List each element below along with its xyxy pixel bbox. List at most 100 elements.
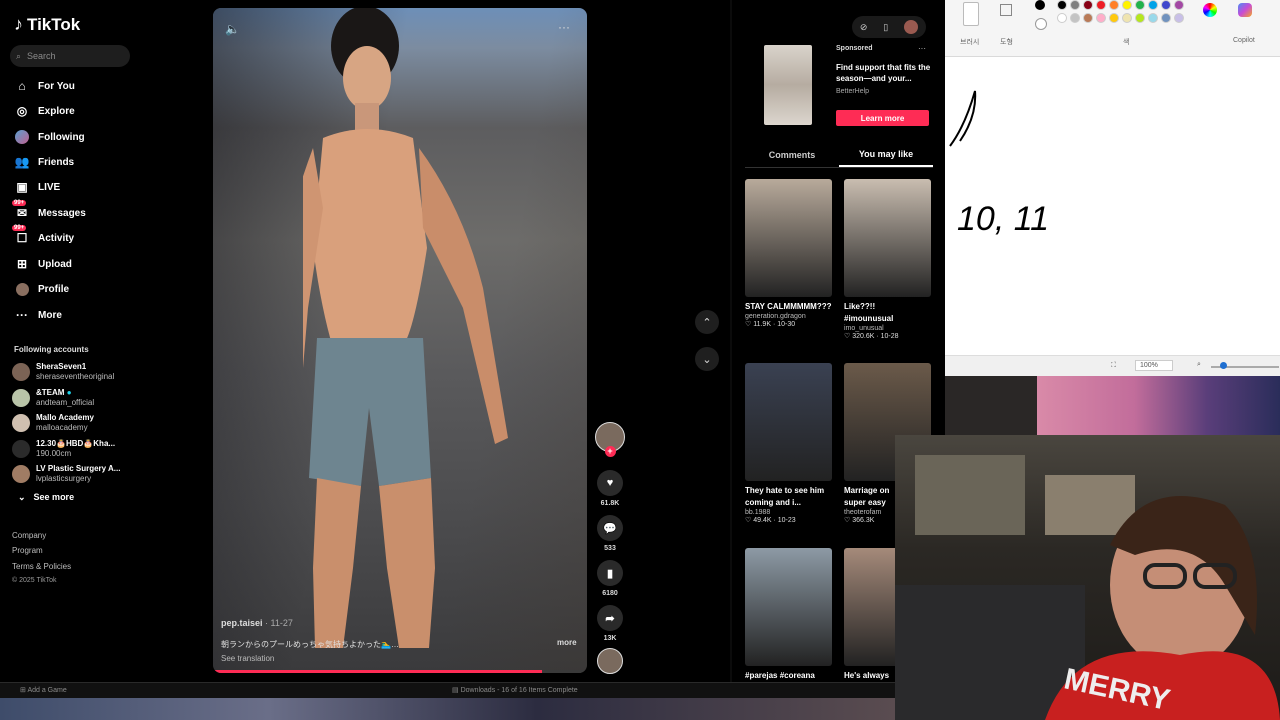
downloads-status[interactable]: ▤ Downloads - 16 of 16 Items Complete bbox=[452, 686, 578, 694]
share-button[interactable]: ➦ 13K bbox=[596, 605, 624, 642]
nav-item-explore[interactable]: ◎ Explore bbox=[14, 101, 134, 121]
next-video-button[interactable]: ⌄ bbox=[695, 347, 719, 371]
nav-item-friends[interactable]: 👥 Friends bbox=[14, 152, 134, 172]
card-thumbnail[interactable] bbox=[745, 548, 832, 666]
brushes-label: 브러시 bbox=[960, 39, 980, 46]
color-swatch[interactable] bbox=[1135, 0, 1145, 10]
tiktok-logo[interactable]: ♪ TikTok bbox=[14, 14, 80, 35]
save-button[interactable]: ▮ 6180 bbox=[596, 560, 624, 597]
music-disc-icon bbox=[597, 648, 623, 674]
video-player[interactable]: 🔈 ··· pep.taisei · 11-27 朝ランからのプールめっちゃ気持… bbox=[213, 8, 587, 673]
footer-link-terms[interactable]: Terms & Policies bbox=[12, 562, 71, 571]
search-input[interactable]: ⌕ Search bbox=[10, 45, 130, 67]
color-swatch[interactable] bbox=[1174, 13, 1184, 23]
footer-link-company[interactable]: Company bbox=[12, 531, 46, 540]
secondary-color[interactable] bbox=[1035, 18, 1047, 30]
card-author[interactable]: imo_unusual bbox=[844, 325, 931, 332]
video-options-icon[interactable]: ··· bbox=[558, 20, 570, 34]
color-swatch[interactable] bbox=[1148, 13, 1158, 23]
video-card[interactable]: They hate to see him coming and i... bb.… bbox=[745, 363, 832, 524]
fit-icon[interactable]: ⛶ bbox=[1111, 362, 1116, 370]
card-thumbnail[interactable] bbox=[745, 363, 832, 481]
color-swatch[interactable] bbox=[1122, 13, 1132, 23]
color-swatch[interactable] bbox=[1083, 0, 1093, 10]
compass-icon: ◎ bbox=[16, 104, 28, 118]
nav-item-profile[interactable]: Profile bbox=[14, 279, 134, 299]
color-swatch[interactable] bbox=[1109, 13, 1119, 23]
color-palette[interactable] bbox=[1057, 0, 1192, 30]
author-avatar-button[interactable]: + bbox=[595, 422, 625, 457]
video-card[interactable]: STAY CALMMMMM???... generation.gdragon ♡… bbox=[745, 179, 832, 328]
color-swatch[interactable] bbox=[1070, 13, 1080, 23]
video-progress-bar[interactable] bbox=[213, 670, 587, 673]
nav-item-more[interactable]: ··· More bbox=[14, 305, 134, 325]
colors-label: 색 bbox=[1123, 39, 1130, 46]
follow-plus-icon[interactable]: + bbox=[604, 446, 616, 457]
video-author[interactable]: pep.taisei · 11-27 bbox=[221, 618, 293, 628]
color-swatch[interactable] bbox=[1122, 0, 1132, 10]
color-swatch[interactable] bbox=[1148, 0, 1158, 10]
color-swatch[interactable] bbox=[1070, 0, 1080, 10]
following-account[interactable]: SheraSeven1 sheraseventheoriginal bbox=[12, 360, 140, 384]
color-swatch[interactable] bbox=[1057, 13, 1067, 23]
avatar[interactable] bbox=[904, 20, 919, 34]
webcam-image: MERRY bbox=[895, 455, 1280, 720]
video-card[interactable]: #parejas #coreana bbox=[745, 548, 832, 682]
color-swatch[interactable] bbox=[1174, 0, 1184, 10]
card-thumbnail[interactable] bbox=[745, 179, 832, 297]
ad-thumbnail[interactable] bbox=[764, 45, 812, 125]
nav-item-messages[interactable]: ✉ 99+ Messages bbox=[12, 200, 134, 223]
card-author[interactable]: bb.1988 bbox=[745, 509, 832, 516]
tab-comments[interactable]: Comments bbox=[745, 143, 839, 167]
copilot-icon[interactable] bbox=[1238, 3, 1252, 17]
comment-button[interactable]: 💬 533 bbox=[596, 515, 624, 552]
ad-brand[interactable]: BetterHelp bbox=[836, 88, 869, 95]
zoom-select[interactable]: 100% bbox=[1135, 360, 1173, 371]
card-thumbnail[interactable] bbox=[844, 548, 895, 666]
following-account[interactable]: &TEAM ● andteam_official bbox=[12, 386, 140, 410]
nav-item-following[interactable]: Following bbox=[14, 127, 134, 147]
add-game-button[interactable]: ⊞ Add a Game bbox=[20, 686, 67, 694]
following-account[interactable]: 12.30🎂HBD🎂Kha... 190.00cm bbox=[12, 437, 140, 461]
nav-item-for-you[interactable]: ⌂ For You bbox=[14, 76, 134, 96]
ad-options-icon[interactable]: ··· bbox=[918, 44, 926, 53]
following-account[interactable]: Mallo Academy malloacademy bbox=[12, 411, 140, 435]
brush-icon[interactable] bbox=[963, 2, 979, 26]
card-thumbnail[interactable] bbox=[844, 179, 931, 297]
following-account[interactable]: LV Plastic Surgery A... lvplasticsurgery bbox=[12, 462, 140, 486]
compass-icon[interactable]: ⊘ bbox=[860, 22, 868, 33]
color-swatch[interactable] bbox=[1057, 0, 1067, 10]
nav-item-activity[interactable]: ☐ 99+ Activity bbox=[12, 225, 134, 248]
color-picker-icon[interactable] bbox=[1203, 3, 1217, 17]
color-swatch[interactable] bbox=[1096, 0, 1106, 10]
learn-more-button[interactable]: Learn more bbox=[836, 110, 929, 126]
card-author[interactable]: generation.gdragon bbox=[745, 313, 832, 320]
footer-link-program[interactable]: Program bbox=[12, 546, 43, 555]
color-swatch[interactable] bbox=[1083, 13, 1093, 23]
zoom-out-icon[interactable]: ⌕ bbox=[1197, 361, 1201, 369]
color-swatch[interactable] bbox=[1096, 13, 1106, 23]
color-swatch[interactable] bbox=[1135, 13, 1145, 23]
previous-video-button[interactable]: ⌃ bbox=[695, 310, 719, 334]
nav-item-live[interactable]: ▣ LIVE bbox=[14, 177, 134, 197]
primary-color[interactable] bbox=[1035, 0, 1045, 10]
tab-you-may-like[interactable]: You may like bbox=[839, 143, 933, 167]
heart-icon: ♥ bbox=[597, 470, 623, 496]
shapes-icon[interactable] bbox=[1000, 4, 1012, 16]
device-icon[interactable]: ▯ bbox=[883, 22, 888, 33]
video-card[interactable]: He's always bbox=[844, 548, 895, 682]
volume-icon[interactable]: 🔈 bbox=[225, 22, 240, 36]
ad-title[interactable]: Find support that fits the season—and yo… bbox=[836, 62, 932, 84]
color-swatch[interactable] bbox=[1109, 0, 1119, 10]
zoom-slider-thumb[interactable] bbox=[1220, 362, 1227, 369]
see-more-button[interactable]: ⌄ See more bbox=[18, 492, 74, 503]
sound-disc[interactable] bbox=[596, 648, 624, 674]
color-swatch[interactable] bbox=[1161, 0, 1171, 10]
nav-item-upload[interactable]: ⊞ Upload bbox=[14, 254, 134, 274]
caption-more-link[interactable]: more bbox=[557, 638, 577, 647]
paint-canvas[interactable]: 10, 11 bbox=[945, 56, 1280, 355]
see-translation-link[interactable]: See translation bbox=[221, 654, 274, 663]
like-button[interactable]: ♥ 61.8K bbox=[596, 470, 624, 507]
color-swatch[interactable] bbox=[1161, 13, 1171, 23]
video-card[interactable]: Like??!! #imounusual imo_unusual ♡ 320.6… bbox=[844, 179, 931, 340]
